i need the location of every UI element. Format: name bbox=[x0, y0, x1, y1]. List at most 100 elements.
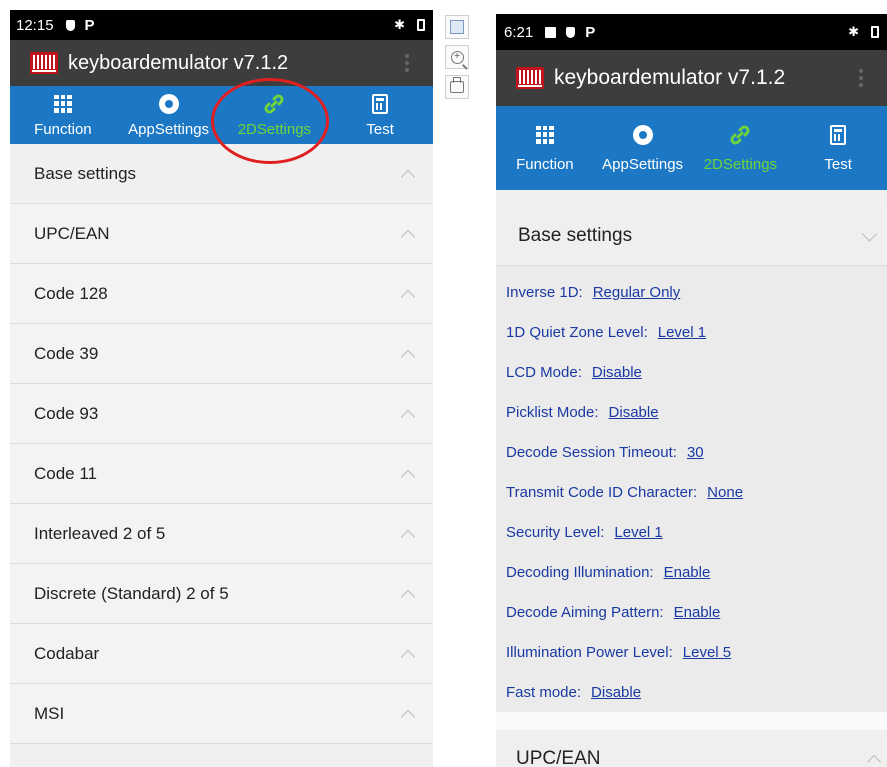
tab-label: Function bbox=[516, 155, 574, 173]
section-base-settings[interactable]: Base settings bbox=[10, 144, 433, 204]
tab-function[interactable]: Function bbox=[496, 106, 594, 190]
tab-label: Test bbox=[824, 155, 852, 173]
app-title: keyboardemulator v7.1.2 bbox=[554, 66, 786, 89]
left-phone-screen: 12:15 P ✱ keyboardemulator v7.1.2 Functi… bbox=[10, 10, 433, 767]
link-icon bbox=[264, 93, 284, 114]
chevron-up-icon bbox=[400, 169, 416, 184]
calculator-icon bbox=[830, 124, 847, 145]
app-title: keyboardemulator v7.1.2 bbox=[68, 51, 289, 74]
tab-label: 2DSettings bbox=[237, 120, 312, 138]
barcode-logo-icon bbox=[516, 67, 544, 89]
zoom-in-icon: + bbox=[450, 50, 464, 64]
chevron-up-icon bbox=[400, 649, 416, 664]
overflow-menu-icon[interactable] bbox=[859, 69, 863, 87]
shield-icon bbox=[566, 26, 576, 38]
tab-function[interactable]: Function bbox=[10, 86, 116, 144]
setting-value-link[interactable]: Level 1 bbox=[658, 324, 706, 341]
setting-picklist-mode: Picklist Mode: Disable bbox=[506, 403, 659, 421]
setting-value-link[interactable]: Disable bbox=[592, 364, 642, 381]
battery-icon bbox=[417, 19, 425, 31]
section-code-128[interactable]: Code 128 bbox=[10, 264, 433, 324]
barcode-logo-icon bbox=[30, 52, 58, 74]
chevron-up-icon bbox=[400, 709, 416, 724]
chevron-up-icon bbox=[400, 529, 416, 544]
setting-security-level: Security Level: Level 1 bbox=[506, 523, 663, 541]
chevron-up-icon bbox=[400, 469, 416, 484]
chevron-down-icon bbox=[861, 225, 878, 242]
calculator-icon bbox=[372, 93, 389, 114]
grid-icon bbox=[535, 125, 554, 144]
setting-decode-aiming-pattern: Decode Aiming Pattern: Enable bbox=[506, 603, 721, 621]
tab-label: AppSettings bbox=[128, 120, 210, 138]
gear-icon bbox=[158, 93, 179, 114]
zoom-in-button[interactable]: + bbox=[445, 45, 469, 69]
setting-value-link[interactable]: Enable bbox=[664, 564, 711, 581]
gear-icon bbox=[632, 124, 653, 145]
section-code-39[interactable]: Code 39 bbox=[10, 324, 433, 384]
tab-2dsettings[interactable]: 2DSettings bbox=[692, 106, 790, 190]
tab-2dsettings[interactable]: 2DSettings bbox=[222, 86, 328, 144]
tab-test[interactable]: Test bbox=[789, 106, 887, 190]
chevron-up-icon bbox=[400, 289, 416, 304]
tab-label: 2DSettings bbox=[703, 155, 778, 173]
app-bar: keyboardemulator v7.1.2 bbox=[496, 50, 887, 106]
section-upc-ean[interactable]: UPC/EAN bbox=[496, 730, 887, 767]
chevron-up-icon bbox=[400, 589, 416, 604]
setting-value-link[interactable]: None bbox=[707, 484, 743, 501]
status-bar: 6:21 P ✱ bbox=[496, 14, 887, 50]
bluetooth-icon: ✱ bbox=[848, 24, 859, 39]
tab-bar: Function AppSettings 2DSettings Test bbox=[496, 106, 887, 190]
tab-bar: Function AppSettings 2DSettings Test bbox=[10, 86, 433, 144]
chevron-up-icon bbox=[400, 409, 416, 424]
image-notification-icon bbox=[545, 26, 557, 38]
setting-lcd-mode: LCD Mode: Disable bbox=[506, 363, 642, 381]
setting-inverse-1d: Inverse 1D: Regular Only bbox=[506, 283, 681, 301]
setting-illumination-power-level: Illumination Power Level: Level 5 bbox=[506, 643, 732, 661]
parking-icon: P bbox=[84, 16, 95, 34]
setting-value-link[interactable]: Regular Only bbox=[593, 284, 681, 301]
battery-icon bbox=[871, 26, 879, 38]
setting-decode-session-timeout: Decode Session Timeout: 30 bbox=[506, 443, 704, 461]
grid-icon bbox=[53, 94, 72, 113]
print-button[interactable] bbox=[445, 75, 469, 99]
tab-label: Test bbox=[366, 120, 394, 138]
fit-to-window-button[interactable] bbox=[445, 15, 469, 39]
setting-value-link[interactable]: Disable bbox=[591, 684, 641, 701]
tab-label: Function bbox=[34, 120, 92, 138]
setting-decoding-illumination: Decoding Illumination: Enable bbox=[506, 563, 711, 581]
section-interleaved-2-of-5[interactable]: Interleaved 2 of 5 bbox=[10, 504, 433, 564]
setting-fast-mode: Fast mode: Disable bbox=[506, 683, 642, 701]
status-time: 12:15 bbox=[16, 16, 54, 34]
status-time: 6:21 bbox=[504, 23, 534, 41]
setting-value-link[interactable]: Level 5 bbox=[683, 644, 731, 661]
section-upc-ean[interactable]: UPC/EAN bbox=[10, 204, 433, 264]
parking-icon: P bbox=[585, 23, 596, 41]
fit-to-window-icon bbox=[450, 20, 464, 34]
section-code-11[interactable]: Code 11 bbox=[10, 444, 433, 504]
tab-appsettings[interactable]: AppSettings bbox=[594, 106, 692, 190]
setting-value-link[interactable]: Disable bbox=[609, 404, 659, 421]
setting-value-link[interactable]: Enable bbox=[674, 604, 721, 621]
app-bar: keyboardemulator v7.1.2 bbox=[10, 40, 433, 86]
setting-value-link[interactable]: Level 1 bbox=[614, 524, 662, 541]
viewer-toolbar: + bbox=[445, 15, 471, 99]
chevron-up-icon bbox=[866, 754, 882, 767]
chevron-up-icon bbox=[400, 229, 416, 244]
section-msi[interactable]: MSI bbox=[10, 684, 433, 744]
section-list: Base settings UPC/EAN Code 128 Code 39 C… bbox=[10, 144, 433, 744]
shield-icon bbox=[65, 19, 75, 31]
status-bar: 12:15 P ✱ bbox=[10, 10, 433, 40]
tab-appsettings[interactable]: AppSettings bbox=[116, 86, 222, 144]
section-code-93[interactable]: Code 93 bbox=[10, 384, 433, 444]
section-divider bbox=[496, 712, 887, 730]
bluetooth-icon: ✱ bbox=[394, 17, 405, 32]
section-base-settings-expanded[interactable]: Base settings bbox=[496, 206, 887, 266]
link-icon bbox=[730, 124, 750, 145]
base-settings-list: Inverse 1D: Regular Only 1D Quiet Zone Le… bbox=[496, 266, 887, 712]
overflow-menu-icon[interactable] bbox=[405, 54, 409, 72]
section-codabar[interactable]: Codabar bbox=[10, 624, 433, 684]
section-discrete-2-of-5[interactable]: Discrete (Standard) 2 of 5 bbox=[10, 564, 433, 624]
setting-value-link[interactable]: 30 bbox=[687, 444, 704, 461]
tab-test[interactable]: Test bbox=[327, 86, 433, 144]
right-phone-screen: 6:21 P ✱ keyboardemulator v7.1.2 Functio… bbox=[496, 14, 887, 767]
